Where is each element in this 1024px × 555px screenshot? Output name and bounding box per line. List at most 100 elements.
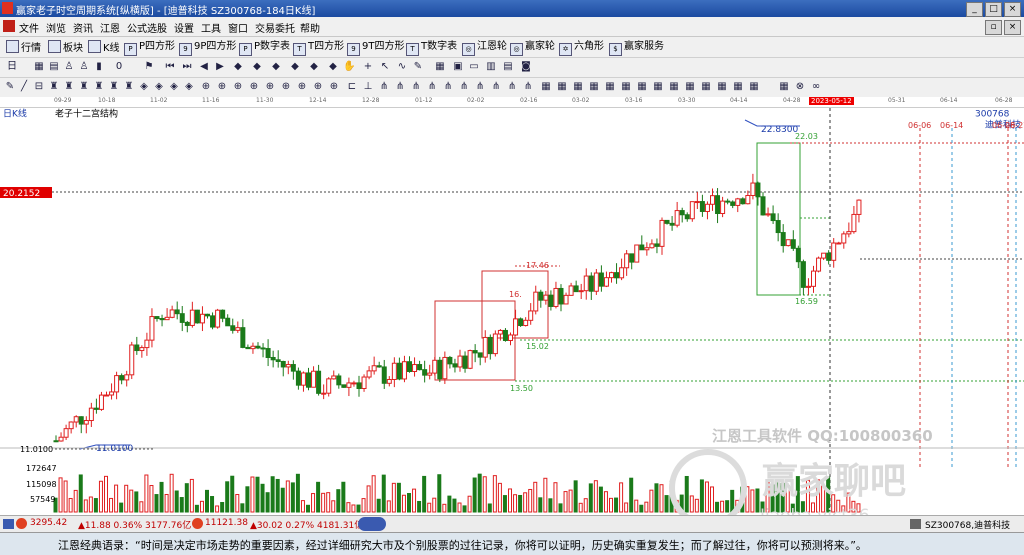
grid-12-icon[interactable]: ▦ xyxy=(716,81,728,93)
last-icon[interactable]: ⏭ xyxy=(181,61,193,73)
tool-t-square[interactable]: T T四方形 xyxy=(293,40,344,56)
draw-6-icon[interactable]: ♜ xyxy=(93,81,105,93)
tool-quotes[interactable]: 行情 xyxy=(6,40,41,54)
diamond-1-icon[interactable]: ◆ xyxy=(232,61,244,73)
circle-8-icon[interactable]: ⊕ xyxy=(312,81,324,93)
pencil-icon[interactable]: ✎ xyxy=(4,81,16,93)
diamond-3-icon[interactable]: ◆ xyxy=(270,61,282,73)
fan-7-icon[interactable]: ⋔ xyxy=(474,81,486,93)
circle-5-icon[interactable]: ⊕ xyxy=(264,81,276,93)
grid-2-icon[interactable]: ▦ xyxy=(556,81,568,93)
draw-3-icon[interactable]: ♜ xyxy=(48,81,60,93)
mdi-restore-button[interactable]: ▫ xyxy=(985,20,1002,35)
grid-9-icon[interactable]: ▦ xyxy=(668,81,680,93)
bracket-icon[interactable]: ⊏ xyxy=(346,81,358,93)
grid-5-icon[interactable]: ▦ xyxy=(604,81,616,93)
circle-1-icon[interactable]: ⊕ xyxy=(200,81,212,93)
draw-11-icon[interactable]: ◈ xyxy=(168,81,180,93)
monitor-icon[interactable]: ▭ xyxy=(468,61,480,73)
draw-5-icon[interactable]: ♜ xyxy=(78,81,90,93)
menu-settings[interactable]: 设置 xyxy=(174,20,194,35)
menu-info[interactable]: 资讯 xyxy=(73,20,93,35)
draw-7-icon[interactable]: ♜ xyxy=(108,81,120,93)
fan-10-icon[interactable]: ⋔ xyxy=(522,81,534,93)
pen-icon[interactable]: ✎ xyxy=(412,61,424,73)
layout-icon[interactable]: ▤ xyxy=(502,61,514,73)
fan-4-icon[interactable]: ⋔ xyxy=(426,81,438,93)
fan-2-icon[interactable]: ⋔ xyxy=(394,81,406,93)
eye-icon[interactable]: ⊗ xyxy=(794,81,806,93)
car-icon[interactable]: ◙ xyxy=(520,61,532,73)
circle-7-icon[interactable]: ⊕ xyxy=(296,81,308,93)
zero-icon[interactable]: 0 xyxy=(113,61,125,73)
tool-p-square[interactable]: P P四方形 xyxy=(124,40,175,56)
diamond-2-icon[interactable]: ◆ xyxy=(251,61,263,73)
chart-icon[interactable]: ▥ xyxy=(485,61,497,73)
fan-6-icon[interactable]: ⋔ xyxy=(458,81,470,93)
status-menu-icon[interactable] xyxy=(3,519,14,529)
infinity-icon[interactable]: ∞ xyxy=(810,81,822,93)
cross-icon[interactable]: + xyxy=(362,61,374,73)
menu-browse[interactable]: 浏览 xyxy=(46,20,66,35)
grid-11-icon[interactable]: ▦ xyxy=(700,81,712,93)
tool-9t-square[interactable]: 9 9T四方形 xyxy=(347,40,404,56)
fan-5-icon[interactable]: ⋔ xyxy=(442,81,454,93)
diamond-5-icon[interactable]: ◆ xyxy=(308,61,320,73)
draw-1-icon[interactable]: ╱ xyxy=(18,81,30,93)
menu-file[interactable]: 文件 xyxy=(19,20,39,35)
tool-4-icon[interactable]: ▮ xyxy=(93,61,105,73)
grid-7-icon[interactable]: ▦ xyxy=(636,81,648,93)
mdi-close-button[interactable]: × xyxy=(1004,20,1021,35)
calendar-icon[interactable]: ▦ xyxy=(33,61,45,73)
tool-service[interactable]: $ 赢家服务 xyxy=(609,40,664,56)
grid-14-icon[interactable]: ▦ xyxy=(748,81,760,93)
maximize-button[interactable]: □ xyxy=(985,2,1002,17)
chat-toggle-button[interactable] xyxy=(358,517,386,531)
draw-8-icon[interactable]: ♜ xyxy=(123,81,135,93)
hand-icon[interactable]: ✋ xyxy=(343,61,355,73)
tool-t-table[interactable]: T T数字表 xyxy=(406,40,457,56)
tool-hexagon[interactable]: ✡ 六角形 xyxy=(559,40,604,56)
tool-sector[interactable]: 板块 xyxy=(48,40,83,54)
save-icon[interactable]: ▣ xyxy=(452,61,464,73)
grid-8-icon[interactable]: ▦ xyxy=(652,81,664,93)
circle-4-icon[interactable]: ⊕ xyxy=(248,81,260,93)
minimize-button[interactable]: _ xyxy=(966,2,983,17)
kline-chart[interactable]: 江恩工具软件 QQ:100800360 赢家聊吧 Jiaoba.vict36 日… xyxy=(0,108,1024,515)
menu-tools[interactable]: 工具 xyxy=(201,20,221,35)
draw-4-icon[interactable]: ♜ xyxy=(63,81,75,93)
grid-4-icon[interactable]: ▦ xyxy=(588,81,600,93)
arrow-icon[interactable]: ↖ xyxy=(379,61,391,73)
period-day-icon[interactable]: 日 xyxy=(6,61,18,73)
flag-icon[interactable]: ⚑ xyxy=(143,61,155,73)
grid-10-icon[interactable]: ▦ xyxy=(684,81,696,93)
menu-formula[interactable]: 公式选股 xyxy=(127,20,167,35)
grid-13-icon[interactable]: ▦ xyxy=(732,81,744,93)
measure-icon[interactable]: ⊥ xyxy=(362,81,374,93)
close-button[interactable]: × xyxy=(1004,2,1021,17)
draw-12-icon[interactable]: ◈ xyxy=(183,81,195,93)
circle-6-icon[interactable]: ⊕ xyxy=(280,81,292,93)
tool-3-icon[interactable]: ♙ xyxy=(78,61,90,73)
fan-9-icon[interactable]: ⋔ xyxy=(506,81,518,93)
menu-gann[interactable]: 江恩 xyxy=(100,20,120,35)
circle-3-icon[interactable]: ⊕ xyxy=(232,81,244,93)
diamond-4-icon[interactable]: ◆ xyxy=(289,61,301,73)
tool-2-icon[interactable]: ♙ xyxy=(63,61,75,73)
grid-6-icon[interactable]: ▦ xyxy=(620,81,632,93)
menu-trade[interactable]: 交易委托 xyxy=(255,20,295,35)
fan-8-icon[interactable]: ⋔ xyxy=(490,81,502,93)
tool-winner-wheel[interactable]: ◎ 赢家轮 xyxy=(510,40,555,56)
tool-gann-wheel[interactable]: ◎ 江恩轮 xyxy=(462,40,507,56)
diamond-6-icon[interactable]: ◆ xyxy=(327,61,339,73)
draw-2-icon[interactable]: ⊟ xyxy=(33,81,45,93)
draw-10-icon[interactable]: ◈ xyxy=(153,81,165,93)
tool-p-table[interactable]: P P数字表 xyxy=(239,40,290,56)
grid-1-icon[interactable]: ▦ xyxy=(540,81,552,93)
tool-kline[interactable]: K线 xyxy=(88,40,120,54)
circle-2-icon[interactable]: ⊕ xyxy=(216,81,228,93)
tool-9p-square[interactable]: 9 9P四方形 xyxy=(179,40,236,56)
prev-icon[interactable]: ◀ xyxy=(198,61,210,73)
menu-help[interactable]: 帮助 xyxy=(300,20,320,35)
fan-1-icon[interactable]: ⋔ xyxy=(378,81,390,93)
